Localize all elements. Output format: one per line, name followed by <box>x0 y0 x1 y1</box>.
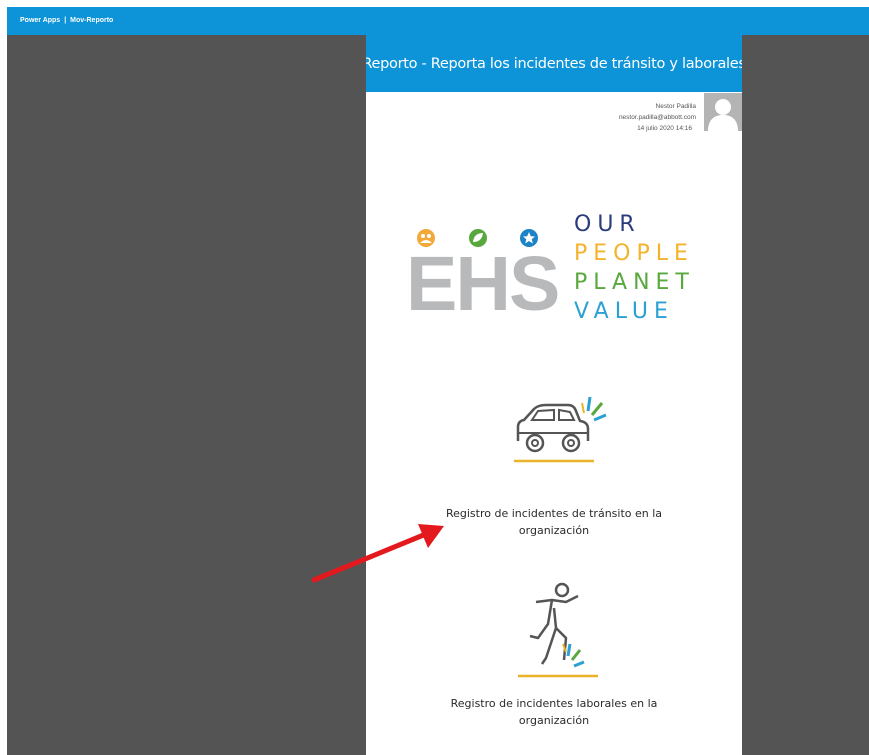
ehs-logo: EHS OUR PEOPLE PLANET VALUE <box>406 210 706 350</box>
power-apps-top-bar: Power Apps | Mov-Reporto <box>7 7 869 35</box>
app-header-title: Reporto - Reporta los incidentes de trán… <box>366 55 742 72</box>
tagline-word-our: OUR <box>574 212 641 237</box>
workplace-incident-label-line1: Registro de incidentes laborales en la <box>450 697 658 710</box>
ehs-wordmark: EHS <box>406 241 560 327</box>
workplace-incident-label-line2: organización <box>518 714 590 727</box>
app-screen: Reporto - Reporta los incidentes de trán… <box>366 35 742 755</box>
power-apps-brand[interactable]: Power Apps <box>20 17 60 24</box>
user-email: nestor.padilla@abbott.com <box>618 114 696 121</box>
title-separator: | <box>64 17 67 24</box>
current-datetime: 14 julio 2020 14:16 <box>637 125 692 132</box>
workplace-incident-tile[interactable]: Registro de incidentes laborales en la o… <box>404 695 704 729</box>
app-header: Reporto - Reporta los incidentes de trán… <box>366 35 742 92</box>
traffic-incident-tile[interactable]: Registro de incidentes de tránsito en la… <box>404 505 704 539</box>
car-accident-icon[interactable] <box>508 393 608 465</box>
app-name: Mov-Reporto <box>70 17 114 24</box>
user-name: Nestor Padilla <box>655 103 696 110</box>
user-info: Nestor Padilla nestor.padilla@abbott.com… <box>619 101 696 134</box>
ehs-tagline: OUR PEOPLE PLANET VALUE <box>574 210 695 326</box>
traffic-incident-label-line1: Registro de incidentes de tránsito en la <box>445 507 663 520</box>
annotation-arrow-icon <box>311 524 444 583</box>
traffic-incident-label-line2: organización <box>518 524 590 537</box>
person-fall-icon[interactable] <box>516 580 601 680</box>
user-avatar <box>704 93 742 131</box>
tagline-word-value: VALUE <box>574 299 674 324</box>
tagline-word-people: PEOPLE <box>574 241 694 266</box>
tagline-word-planet: PLANET <box>574 270 695 295</box>
user-silhouette-icon <box>708 99 738 131</box>
